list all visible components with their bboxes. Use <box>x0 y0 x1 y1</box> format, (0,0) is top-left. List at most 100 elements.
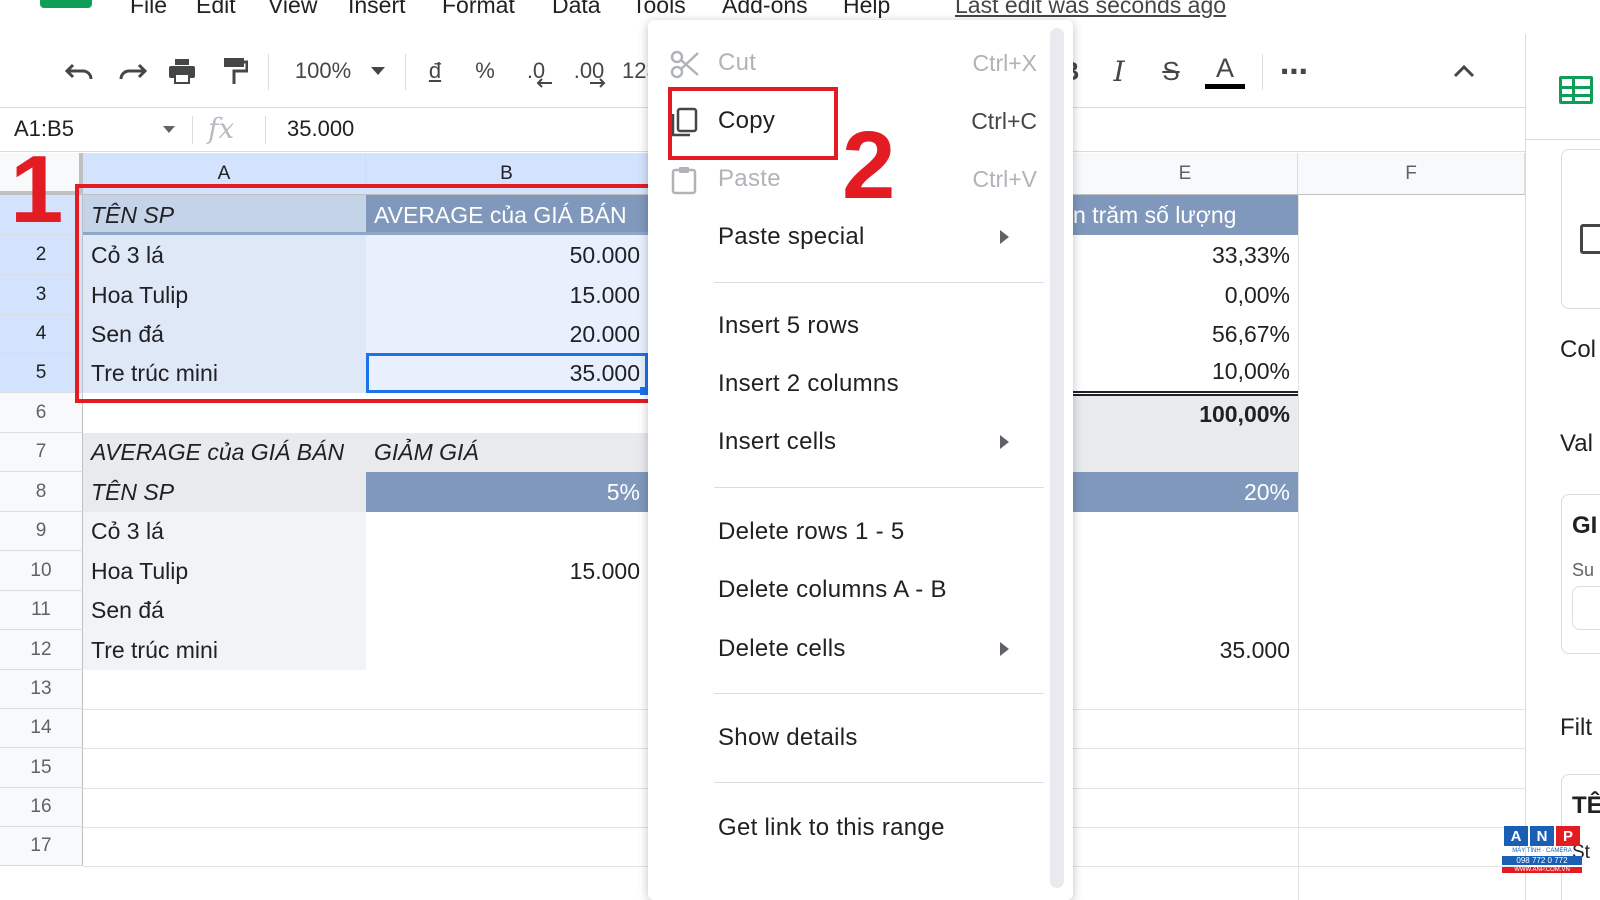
menu-item-insert-cells[interactable]: Insert cells <box>648 416 1053 468</box>
row-header-4[interactable]: 4 <box>0 315 83 354</box>
undo-button[interactable] <box>62 34 98 108</box>
italic-icon: I <box>1113 54 1125 88</box>
cell-e5[interactable]: 10,00% <box>1073 352 1298 391</box>
menu-edit[interactable]: Edit <box>196 0 236 19</box>
row-header-12[interactable]: 12 <box>0 630 83 670</box>
menu-view[interactable]: View <box>268 0 317 19</box>
currency-format-button[interactable]: đ <box>422 34 448 108</box>
menu-item-insert-columns-label: Insert 2 columns <box>718 370 899 397</box>
menu-item-delete-columns-label: Delete columns A - B <box>718 576 947 603</box>
menu-item-get-link[interactable]: Get link to this range <box>648 802 1053 854</box>
cell-e2[interactable]: 33,33% <box>1073 235 1298 275</box>
row-header-5[interactable]: 5 <box>0 354 83 393</box>
arrow-right-icon <box>590 78 606 88</box>
watermark-tagline: MÁY TÍNH · CAMERA <box>1512 848 1572 854</box>
zoom-value[interactable]: 100% <box>288 34 358 108</box>
cell-a11[interactable]: Sen đá <box>83 591 366 630</box>
cell-a9[interactable]: Cỏ 3 lá <box>83 512 366 551</box>
panel-divider <box>1526 139 1600 140</box>
menu-item-delete-rows[interactable]: Delete rows 1 - 5 <box>648 506 1053 558</box>
text-color-swatch <box>1205 83 1245 89</box>
row-header-10[interactable]: 10 <box>0 551 83 591</box>
name-box-dropdown-icon[interactable] <box>163 126 175 133</box>
row-header-14[interactable]: 14 <box>0 709 83 748</box>
row-header-16[interactable]: 16 <box>0 788 83 827</box>
cell-e3[interactable]: 0,00% <box>1073 275 1298 315</box>
redo-button[interactable] <box>114 34 150 108</box>
menu-help[interactable]: Help <box>843 0 890 19</box>
menu-separator <box>714 487 1044 488</box>
collapse-toolbar-button[interactable] <box>1446 34 1482 108</box>
decrease-decimal-button[interactable]: .0 <box>518 34 554 108</box>
sheets-logo[interactable] <box>40 0 92 8</box>
annotation-step-1: 1 <box>10 136 64 243</box>
cell-a7[interactable]: AVERAGE của GIÁ BÁN <box>83 433 366 472</box>
percent-format-button[interactable]: % <box>472 34 498 108</box>
panel-label-filters: Filt <box>1560 714 1592 741</box>
paint-format-button[interactable] <box>217 34 253 108</box>
menu-format[interactable]: Format <box>442 0 515 19</box>
cell-a12[interactable]: Tre trúc mini <box>83 630 366 670</box>
submenu-arrow-icon <box>1000 642 1009 656</box>
menu-item-cut[interactable]: Cut Ctrl+X <box>648 37 1053 89</box>
annotation-box-copy <box>668 87 838 160</box>
row-header-17[interactable]: 17 <box>0 827 83 866</box>
row-header-9[interactable]: 9 <box>0 512 83 551</box>
panel-summarize-label: Su <box>1572 560 1595 580</box>
text-color-button[interactable]: A <box>1204 34 1246 108</box>
cell-e12[interactable]: 35.000 <box>1073 630 1298 670</box>
column-header-e[interactable]: E <box>1073 153 1298 195</box>
cell-a10[interactable]: Hoa Tulip <box>83 551 366 591</box>
panel-checkbox[interactable] <box>1580 224 1600 254</box>
annotation-step-2: 2 <box>842 112 896 219</box>
zoom-dropdown-icon[interactable] <box>366 34 390 108</box>
cell-a8[interactable]: TÊN SP <box>83 472 366 512</box>
menu-item-insert-columns[interactable]: Insert 2 columns <box>648 358 1053 410</box>
more-options-button[interactable]: ⋯ <box>1276 34 1312 108</box>
panel-summarize-dropdown[interactable] <box>1572 586 1600 630</box>
menu-item-insert-rows[interactable]: Insert 5 rows <box>648 300 1053 352</box>
menu-item-cut-shortcut: Ctrl+X <box>972 49 1037 76</box>
fx-icon: fx <box>208 112 235 145</box>
menu-item-show-details[interactable]: Show details <box>648 712 1053 764</box>
strikethrough-icon: S <box>1162 55 1180 86</box>
row-header-15[interactable]: 15 <box>0 748 83 788</box>
row-header-3[interactable]: 3 <box>0 275 83 315</box>
row-header-11[interactable]: 11 <box>0 591 83 630</box>
cell-b7[interactable]: GIẢM GIÁ <box>366 433 648 472</box>
context-menu-scrollbar[interactable] <box>1050 28 1064 888</box>
cell-b10[interactable]: 15.000 <box>366 551 648 591</box>
menu-insert[interactable]: Insert <box>348 0 406 19</box>
menu-tools[interactable]: Tools <box>632 0 686 19</box>
sheets-icon[interactable] <box>1559 76 1593 104</box>
cell-b8[interactable]: 5% <box>366 472 648 512</box>
cell-e8[interactable]: 20% <box>1073 472 1298 512</box>
cell-e4[interactable]: 56,67% <box>1073 315 1298 354</box>
strikethrough-button[interactable]: S <box>1154 34 1188 108</box>
annotation-box-selection <box>75 184 657 403</box>
menu-addons[interactable]: Add-ons <box>722 0 808 19</box>
increase-decimal-button[interactable]: .00 <box>568 34 610 108</box>
menu-item-insert-rows-label: Insert 5 rows <box>718 312 860 339</box>
column-header-f[interactable]: F <box>1298 153 1525 195</box>
row-header-13[interactable]: 13 <box>0 670 83 709</box>
italic-button[interactable]: I <box>1102 34 1136 108</box>
scissors-icon <box>670 50 699 79</box>
menu-file[interactable]: File <box>130 0 167 19</box>
panel-label-columns: Col <box>1560 336 1597 363</box>
panel-label-values: Val <box>1560 430 1593 457</box>
row-header-6[interactable]: 6 <box>0 393 83 433</box>
formula-input[interactable]: 35.000 <box>287 116 354 142</box>
menu-item-delete-columns[interactable]: Delete columns A - B <box>648 564 1053 616</box>
cell-e6[interactable]: 100,00% <box>1073 396 1298 433</box>
menu-item-delete-cells[interactable]: Delete cells <box>648 623 1053 675</box>
pivot-editor-panel: Col Val GI Su Filt TÊ St <box>1525 34 1600 900</box>
arrow-left-icon <box>536 78 552 88</box>
cell-e1[interactable]: n trăm số lượng <box>1073 195 1298 235</box>
row-header-8[interactable]: 8 <box>0 472 83 512</box>
last-edit-link[interactable]: Last edit was seconds ago <box>955 0 1226 19</box>
row-header-7[interactable]: 7 <box>0 433 83 472</box>
print-button[interactable] <box>164 34 200 108</box>
text-color-icon: A <box>1215 52 1234 83</box>
menu-data[interactable]: Data <box>552 0 601 19</box>
